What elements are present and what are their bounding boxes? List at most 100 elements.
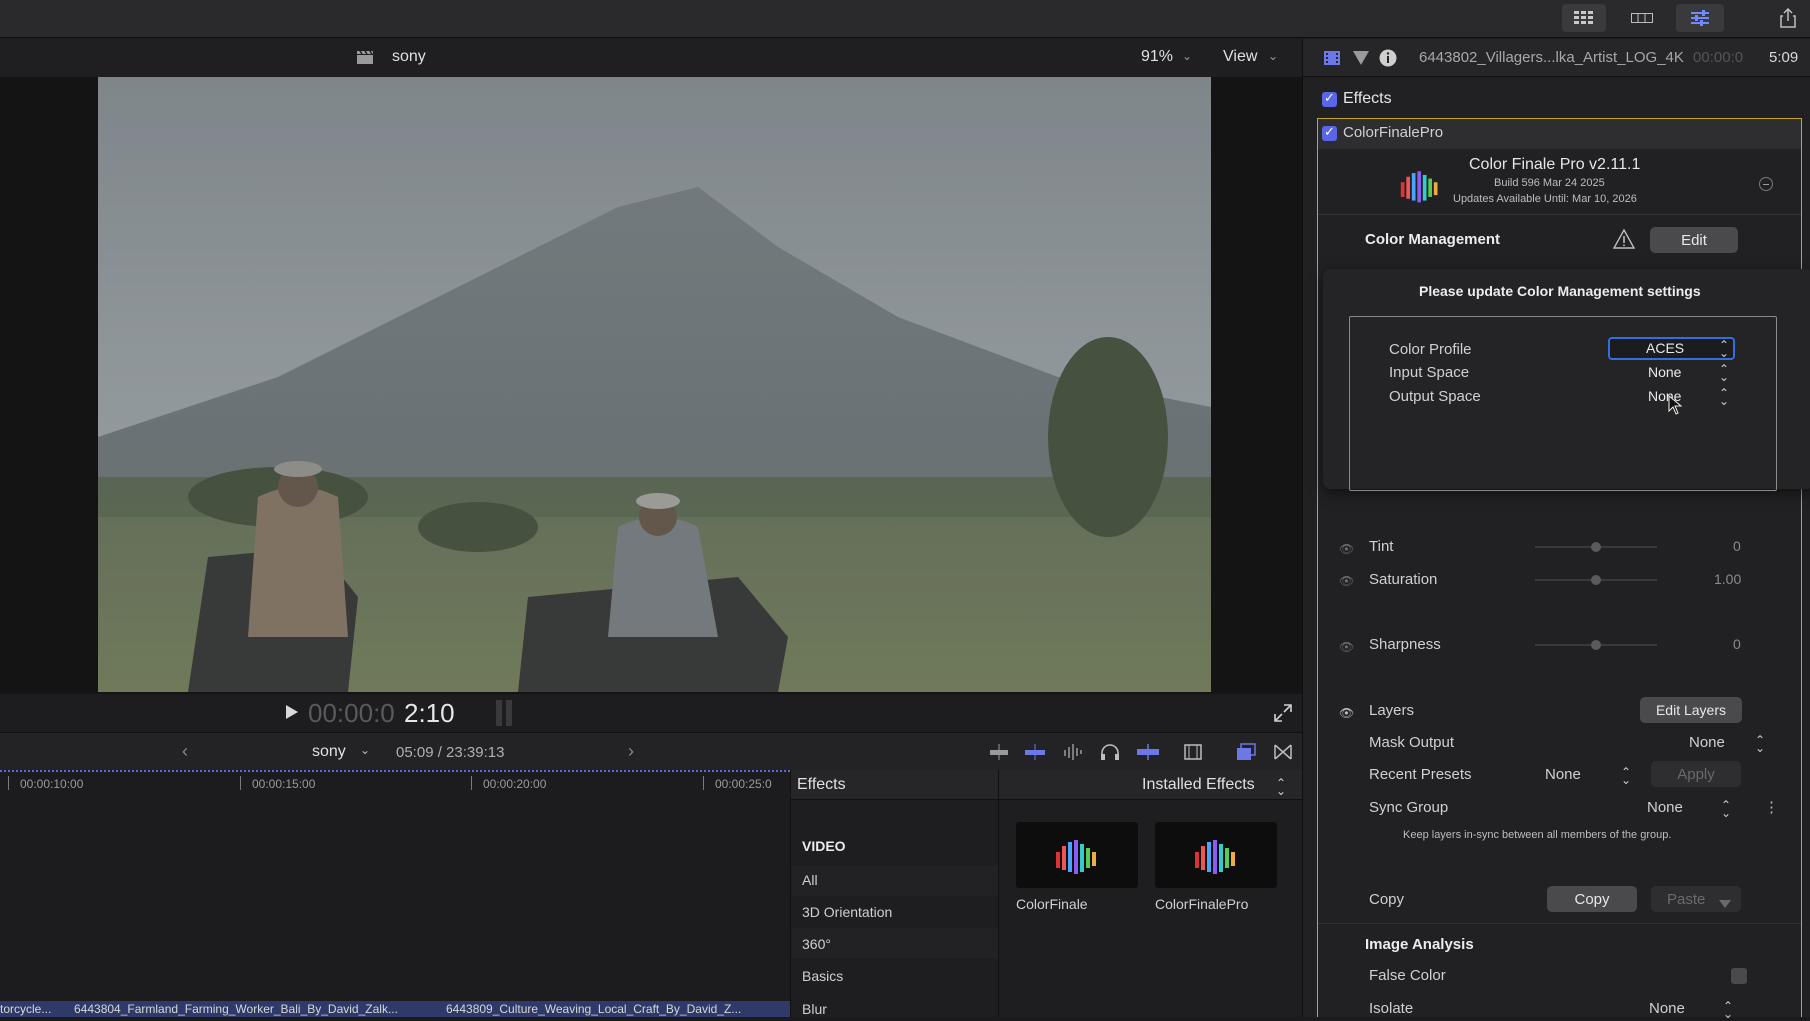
grid-icon[interactable] <box>1562 4 1606 32</box>
timeline-clip[interactable]: 6443809_Culture_Weaving_Local_Craft_By_D… <box>446 1002 741 1016</box>
updown-icon: ⌃ ⌄ <box>1621 765 1632 787</box>
viewer <box>0 77 1302 694</box>
category-item[interactable]: 3D Orientation <box>802 904 892 920</box>
color-profile-select[interactable]: ACES ⌃ ⌄ <box>1608 337 1735 360</box>
category-row <box>791 866 998 896</box>
sync-group-label: Sync Group <box>1369 799 1449 816</box>
installed-effects-dropdown[interactable]: Installed Effects <box>1142 776 1255 794</box>
saturation-value[interactable]: 1.00 <box>1714 571 1741 587</box>
transitions-icon[interactable] <box>1274 744 1292 765</box>
input-space-select[interactable]: None <box>1648 364 1681 380</box>
snapping-icon[interactable] <box>1136 744 1160 765</box>
category-item[interactable]: 360° <box>802 936 831 952</box>
updown-icon: ⌃ ⌄ <box>1723 999 1734 1021</box>
tint-label: Tint <box>1369 538 1394 555</box>
mask-output-select[interactable]: None <box>1689 734 1725 751</box>
edit-button[interactable]: Edit <box>1650 227 1738 253</box>
ruler-label: 00:00:10:00 <box>20 777 84 791</box>
clapper-icon <box>356 49 374 70</box>
eye-icon[interactable]: 👁 <box>1339 542 1355 556</box>
copy-label: Copy <box>1369 891 1405 908</box>
more-options-icon[interactable] <box>1759 177 1773 191</box>
zoom-dropdown[interactable]: 91% <box>1141 48 1173 66</box>
video-frame[interactable] <box>98 77 1211 692</box>
filmstrip-icon[interactable] <box>1618 4 1666 32</box>
eye-icon[interactable]: 👁 <box>1339 640 1355 654</box>
plugin-enable-checkbox[interactable] <box>1322 124 1337 141</box>
play-icon[interactable] <box>286 705 298 724</box>
category-item[interactable]: Basics <box>802 968 843 984</box>
sharpness-value[interactable]: 0 <box>1733 636 1741 652</box>
divider <box>998 770 999 1017</box>
category-item[interactable]: All <box>802 872 818 888</box>
color-profile-label: Color Profile <box>1389 341 1472 358</box>
headphones-icon[interactable] <box>1100 744 1120 765</box>
timeline-project-name[interactable]: sony <box>312 743 346 761</box>
fullscreen-icon[interactable] <box>1274 704 1292 727</box>
sharpness-slider[interactable] <box>1535 640 1657 650</box>
eye-icon[interactable]: 👁 <box>1339 706 1355 720</box>
updown-icon: ⌃ ⌄ <box>1719 338 1730 360</box>
back-arrow-icon[interactable]: ‹ <box>182 741 188 762</box>
tint-value[interactable]: 0 <box>1733 538 1741 554</box>
viewer-project-name: sony <box>392 48 426 65</box>
triangle-down-icon <box>1719 895 1731 912</box>
timeline-clip[interactable]: torcycle... <box>0 1002 51 1016</box>
clip-appearance-icon[interactable] <box>1184 744 1202 765</box>
color-inspector-icon[interactable] <box>1353 50 1369 71</box>
video-inspector-icon[interactable] <box>1323 50 1341 71</box>
share-icon[interactable] <box>1770 4 1806 32</box>
transport-bar: 00:00:0 2:10 <box>0 694 1302 732</box>
edit-layers-button[interactable]: Edit Layers <box>1640 697 1742 723</box>
paste-button[interactable]: Paste <box>1651 886 1741 912</box>
mask-output-label: Mask Output <box>1369 734 1455 751</box>
timeline-position: 05:09 / 23:39:13 <box>396 744 505 761</box>
clip-timecode-dim: 00:00:0 <box>1693 49 1744 66</box>
insert-icon[interactable] <box>1024 744 1046 765</box>
colorfinale-logo-icon <box>1056 840 1096 874</box>
sharpness-label: Sharpness <box>1369 636 1441 653</box>
info-icon[interactable] <box>1379 49 1397 72</box>
top-toolbar <box>0 0 1810 38</box>
isolate-select[interactable]: None <box>1649 1000 1685 1017</box>
ruler-tick <box>471 776 472 790</box>
forward-arrow-icon[interactable]: › <box>628 741 634 762</box>
audio-meter <box>506 700 512 726</box>
category-item[interactable]: Blur <box>802 1001 827 1017</box>
more-vertical-icon[interactable]: ⋮ <box>1764 798 1779 816</box>
category-section: VIDEO <box>802 838 846 854</box>
tint-slider[interactable] <box>1535 542 1657 552</box>
isolate-label: Isolate <box>1369 1000 1414 1017</box>
sliders-icon[interactable] <box>1676 4 1724 32</box>
divider <box>1318 214 1801 215</box>
popover-message: Please update Color Management settings <box>1419 283 1701 299</box>
effect-thumbnail[interactable] <box>1155 822 1277 888</box>
effects-browser-icon[interactable] <box>1236 743 1256 766</box>
apply-button[interactable]: Apply <box>1651 761 1741 787</box>
effects-browser: Effects Installed Effects ⌃ ⌄ VIDEO All 3… <box>790 770 1303 1017</box>
view-menu[interactable]: View <box>1223 48 1257 66</box>
timeline-clip[interactable]: 6443804_Farmland_Farming_Worker_Bali_By_… <box>74 1002 398 1016</box>
append-icon[interactable] <box>988 744 1010 765</box>
recent-presets-select[interactable]: None <box>1545 766 1581 783</box>
plugin-title: Color Finale Pro v2.11.1 <box>1469 156 1641 173</box>
false-color-checkbox[interactable] <box>1731 968 1747 984</box>
updown-icon: ⌃ ⌄ <box>1721 798 1732 820</box>
timeline[interactable]: 00:00:10:00 00:00:15:00 00:00:20:00 00:0… <box>0 770 790 1017</box>
false-color-label: False Color <box>1369 967 1446 984</box>
ruler-tick <box>8 776 9 790</box>
saturation-slider[interactable] <box>1535 575 1657 585</box>
clip-track: torcycle... 6443804_Farmland_Farming_Wor… <box>0 1001 790 1017</box>
ruler-label: 00:00:25:0 <box>715 777 772 791</box>
eye-icon[interactable]: 👁 <box>1339 574 1355 588</box>
chevron-down-icon: ⌄ <box>1182 49 1193 63</box>
effects-checkbox[interactable] <box>1322 90 1337 107</box>
copy-button[interactable]: Copy <box>1547 886 1637 912</box>
audio-skim-icon[interactable] <box>1062 744 1084 765</box>
effects-browser-title: Effects <box>797 776 846 793</box>
chevron-down-icon: ⌄ <box>1268 49 1279 63</box>
sync-group-select[interactable]: None <box>1647 799 1683 816</box>
recent-presets-label: Recent Presets <box>1369 766 1472 783</box>
inspector: 6443802_Villagers...lka_Artist_LOG_4K 00… <box>1302 39 1810 1021</box>
effect-thumbnail[interactable] <box>1016 822 1138 888</box>
